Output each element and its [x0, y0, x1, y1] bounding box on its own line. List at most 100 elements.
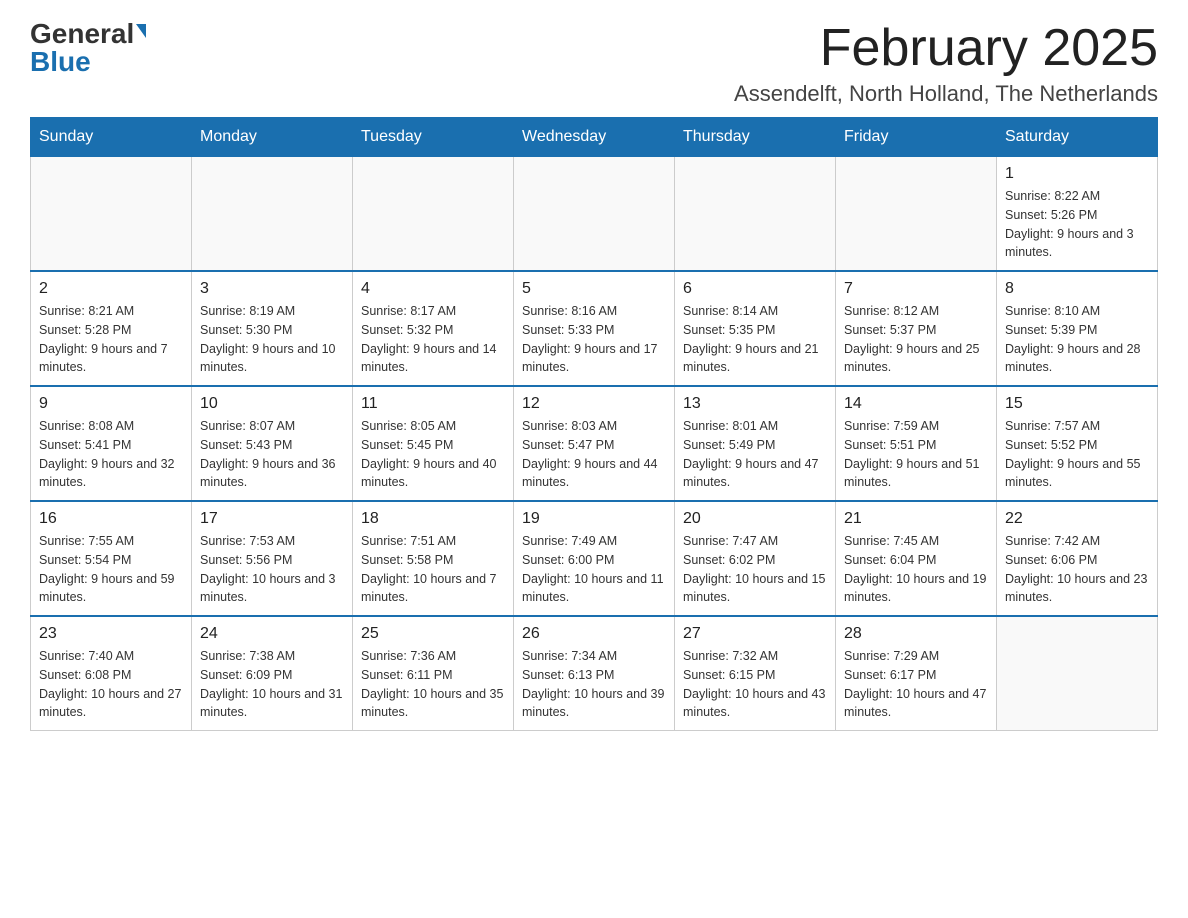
day-info: Sunrise: 7:29 AMSunset: 6:17 PMDaylight:…	[844, 647, 988, 722]
calendar-cell	[836, 157, 997, 272]
calendar-cell: 5 Sunrise: 8:16 AMSunset: 5:33 PMDaylight…	[514, 271, 675, 386]
day-number: 25	[361, 625, 505, 643]
logo: General Blue	[30, 20, 146, 76]
day-number: 16	[39, 510, 183, 528]
calendar-cell: 3 Sunrise: 8:19 AMSunset: 5:30 PMDaylight…	[192, 271, 353, 386]
calendar-subtitle: Assendelft, North Holland, The Netherlan…	[734, 81, 1158, 107]
calendar-cell	[31, 157, 192, 272]
day-info: Sunrise: 7:49 AMSunset: 6:00 PMDaylight:…	[522, 532, 666, 607]
day-info: Sunrise: 8:17 AMSunset: 5:32 PMDaylight:…	[361, 302, 505, 377]
day-number: 20	[683, 510, 827, 528]
day-info: Sunrise: 7:34 AMSunset: 6:13 PMDaylight:…	[522, 647, 666, 722]
day-info: Sunrise: 8:07 AMSunset: 5:43 PMDaylight:…	[200, 417, 344, 492]
week-row-2: 2Sunrise: 8:21 AMSunset: 5:28 PMDaylight…	[31, 271, 1158, 386]
calendar-cell: 6Sunrise: 8:14 AMSunset: 5:35 PMDaylight…	[675, 271, 836, 386]
header-cell-tuesday: Tuesday	[353, 118, 514, 157]
calendar-cell: 14 Sunrise: 7:59 AMSunset: 5:51 PMDayligh…	[836, 386, 997, 501]
day-info: Sunrise: 7:38 AMSunset: 6:09 PMDaylight:…	[200, 647, 344, 722]
day-number: 5	[522, 280, 666, 298]
day-info: Sunrise: 7:47 AMSunset: 6:02 PMDaylight:…	[683, 532, 827, 607]
day-info: Sunrise: 7:51 AMSunset: 5:58 PMDaylight:…	[361, 532, 505, 607]
day-info: Sunrise: 8:08 AMSunset: 5:41 PMDaylight:…	[39, 417, 183, 492]
logo-blue-text: Blue	[30, 48, 91, 76]
day-number: 4	[361, 280, 505, 298]
calendar-header: SundayMondayTuesdayWednesdayThursdayFrid…	[31, 118, 1158, 157]
calendar-cell: 27Sunrise: 7:32 AMSunset: 6:15 PMDayligh…	[675, 616, 836, 731]
calendar-cell: 10 Sunrise: 8:07 AMSunset: 5:43 PMDayligh…	[192, 386, 353, 501]
header-cell-wednesday: Wednesday	[514, 118, 675, 157]
day-info: Sunrise: 8:14 AMSunset: 5:35 PMDaylight:…	[683, 302, 827, 377]
calendar-cell: 4 Sunrise: 8:17 AMSunset: 5:32 PMDaylight…	[353, 271, 514, 386]
day-info: Sunrise: 8:03 AMSunset: 5:47 PMDaylight:…	[522, 417, 666, 492]
day-number: 17	[200, 510, 344, 528]
day-number: 23	[39, 625, 183, 643]
day-number: 3	[200, 280, 344, 298]
day-number: 9	[39, 395, 183, 413]
calendar-cell: 25 Sunrise: 7:36 AMSunset: 6:11 PMDayligh…	[353, 616, 514, 731]
day-info: Sunrise: 7:40 AMSunset: 6:08 PMDaylight:…	[39, 647, 183, 722]
header: General Blue February 2025 Assendelft, N…	[30, 20, 1158, 107]
day-number: 22	[1005, 510, 1149, 528]
calendar-cell: 9 Sunrise: 8:08 AMSunset: 5:41 PMDaylight…	[31, 386, 192, 501]
day-number: 24	[200, 625, 344, 643]
day-info: Sunrise: 7:36 AMSunset: 6:11 PMDaylight:…	[361, 647, 505, 722]
header-row: SundayMondayTuesdayWednesdayThursdayFrid…	[31, 118, 1158, 157]
calendar-cell	[997, 616, 1158, 731]
calendar-cell: 15 Sunrise: 7:57 AMSunset: 5:52 PMDayligh…	[997, 386, 1158, 501]
calendar-cell: 1Sunrise: 8:22 AMSunset: 5:26 PMDaylight…	[997, 157, 1158, 272]
day-number: 18	[361, 510, 505, 528]
day-info: Sunrise: 8:16 AMSunset: 5:33 PMDaylight:…	[522, 302, 666, 377]
day-number: 11	[361, 395, 505, 413]
day-number: 26	[522, 625, 666, 643]
calendar-cell	[353, 157, 514, 272]
week-row-3: 9 Sunrise: 8:08 AMSunset: 5:41 PMDaylight…	[31, 386, 1158, 501]
day-number: 7	[844, 280, 988, 298]
day-number: 13	[683, 395, 827, 413]
header-cell-saturday: Saturday	[997, 118, 1158, 157]
logo-triangle-icon	[136, 24, 146, 38]
day-number: 14	[844, 395, 988, 413]
calendar-cell: 19 Sunrise: 7:49 AMSunset: 6:00 PMDayligh…	[514, 501, 675, 616]
week-row-4: 16Sunrise: 7:55 AMSunset: 5:54 PMDayligh…	[31, 501, 1158, 616]
day-info: Sunrise: 7:45 AMSunset: 6:04 PMDaylight:…	[844, 532, 988, 607]
calendar-cell: 16Sunrise: 7:55 AMSunset: 5:54 PMDayligh…	[31, 501, 192, 616]
day-info: Sunrise: 8:12 AMSunset: 5:37 PMDaylight:…	[844, 302, 988, 377]
calendar-cell: 2Sunrise: 8:21 AMSunset: 5:28 PMDaylight…	[31, 271, 192, 386]
day-number: 19	[522, 510, 666, 528]
calendar-title: February 2025	[734, 20, 1158, 77]
calendar-cell: 11 Sunrise: 8:05 AMSunset: 5:45 PMDayligh…	[353, 386, 514, 501]
calendar-cell: 22 Sunrise: 7:42 AMSunset: 6:06 PMDayligh…	[997, 501, 1158, 616]
day-number: 10	[200, 395, 344, 413]
day-number: 12	[522, 395, 666, 413]
title-area: February 2025 Assendelft, North Holland,…	[734, 20, 1158, 107]
calendar-table: SundayMondayTuesdayWednesdayThursdayFrid…	[30, 117, 1158, 731]
calendar-cell: 28Sunrise: 7:29 AMSunset: 6:17 PMDayligh…	[836, 616, 997, 731]
day-number: 15	[1005, 395, 1149, 413]
calendar-body: 1Sunrise: 8:22 AMSunset: 5:26 PMDaylight…	[31, 157, 1158, 731]
header-cell-friday: Friday	[836, 118, 997, 157]
calendar-cell: 26 Sunrise: 7:34 AMSunset: 6:13 PMDayligh…	[514, 616, 675, 731]
day-info: Sunrise: 8:01 AMSunset: 5:49 PMDaylight:…	[683, 417, 827, 492]
calendar-cell: 7 Sunrise: 8:12 AMSunset: 5:37 PMDaylight…	[836, 271, 997, 386]
day-info: Sunrise: 8:19 AMSunset: 5:30 PMDaylight:…	[200, 302, 344, 377]
calendar-cell: 13 Sunrise: 8:01 AMSunset: 5:49 PMDayligh…	[675, 386, 836, 501]
day-info: Sunrise: 8:21 AMSunset: 5:28 PMDaylight:…	[39, 302, 183, 377]
header-cell-sunday: Sunday	[31, 118, 192, 157]
day-info: Sunrise: 7:59 AMSunset: 5:51 PMDaylight:…	[844, 417, 988, 492]
calendar-cell: 23 Sunrise: 7:40 AMSunset: 6:08 PMDayligh…	[31, 616, 192, 731]
calendar-cell: 18 Sunrise: 7:51 AMSunset: 5:58 PMDayligh…	[353, 501, 514, 616]
day-number: 1	[1005, 165, 1149, 183]
day-number: 27	[683, 625, 827, 643]
calendar-cell	[514, 157, 675, 272]
calendar-cell	[675, 157, 836, 272]
day-number: 8	[1005, 280, 1149, 298]
calendar-cell: 24 Sunrise: 7:38 AMSunset: 6:09 PMDayligh…	[192, 616, 353, 731]
header-cell-monday: Monday	[192, 118, 353, 157]
calendar-cell: 20 Sunrise: 7:47 AMSunset: 6:02 PMDayligh…	[675, 501, 836, 616]
day-info: Sunrise: 8:05 AMSunset: 5:45 PMDaylight:…	[361, 417, 505, 492]
day-info: Sunrise: 7:42 AMSunset: 6:06 PMDaylight:…	[1005, 532, 1149, 607]
day-info: Sunrise: 7:57 AMSunset: 5:52 PMDaylight:…	[1005, 417, 1149, 492]
header-cell-thursday: Thursday	[675, 118, 836, 157]
week-row-5: 23 Sunrise: 7:40 AMSunset: 6:08 PMDayligh…	[31, 616, 1158, 731]
calendar-cell: 12 Sunrise: 8:03 AMSunset: 5:47 PMDayligh…	[514, 386, 675, 501]
